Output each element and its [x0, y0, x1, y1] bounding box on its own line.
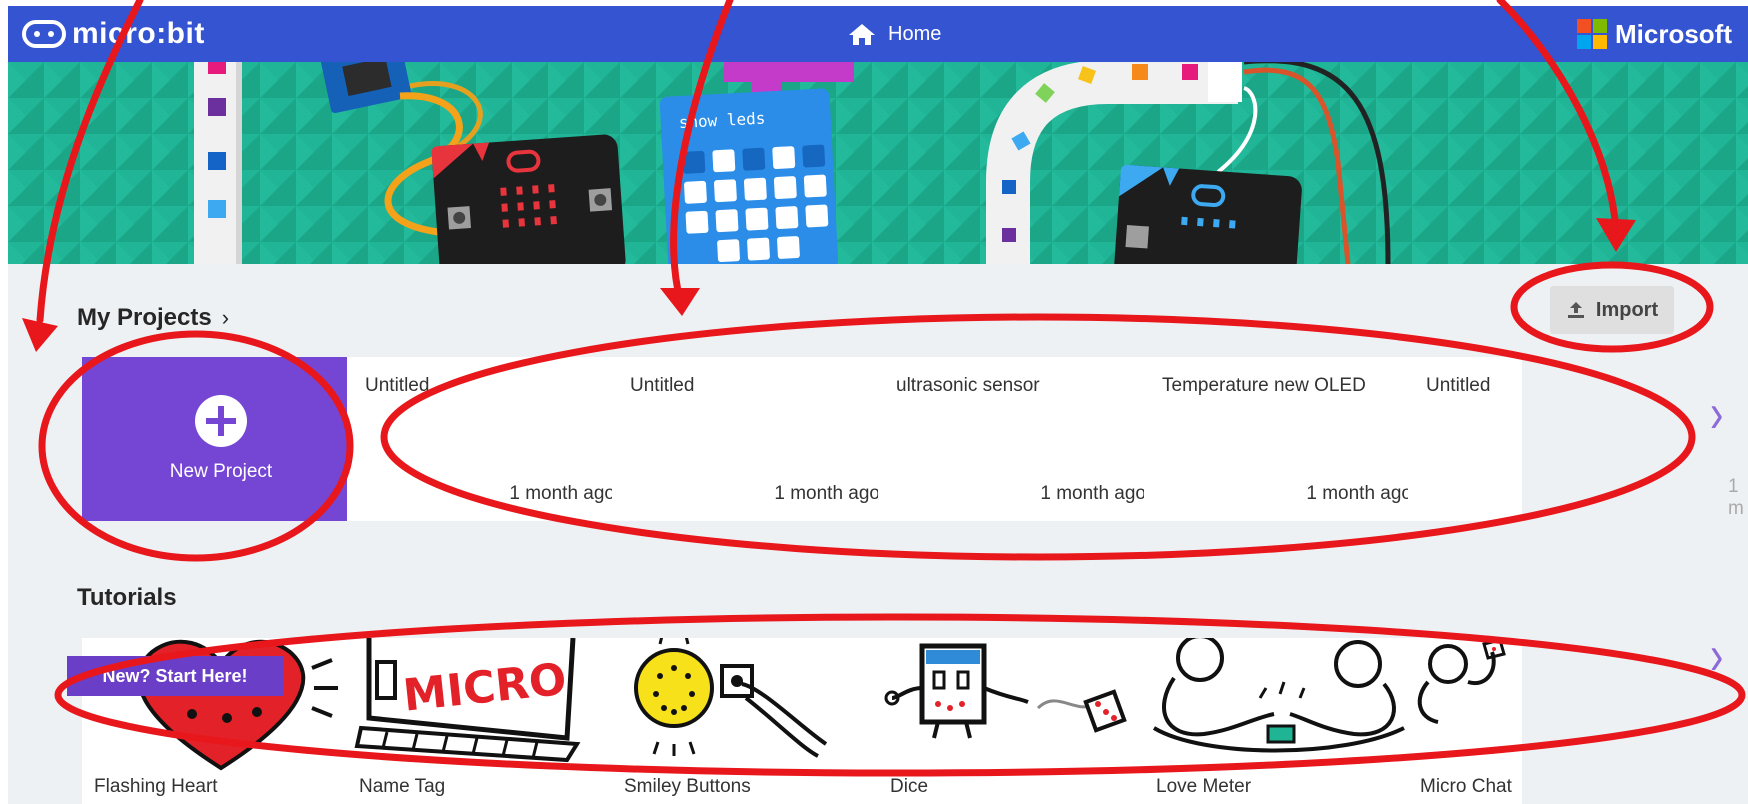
tutorial-card-dice[interactable]: Dice: [878, 638, 1156, 804]
import-label: Import: [1595, 298, 1659, 321]
start-here-badge: New? Start Here!: [67, 656, 283, 696]
tutorial-name: Flashing Heart: [94, 776, 218, 798]
project-card[interactable]: Untitled: [1408, 357, 1522, 521]
new-project-label: New Project: [169, 461, 273, 482]
tutorial-card-smiley-buttons[interactable]: Smiley Buttons: [612, 638, 890, 804]
tutorial-card-name-tag[interactable]: MICRO Name Tag: [347, 638, 625, 804]
tutorial-name: Smiley Buttons: [624, 776, 751, 798]
plus-icon: [195, 395, 247, 447]
main-content: My Projects › Import New Project Untitle…: [8, 264, 1748, 804]
tutorial-name: Love Meter: [1156, 776, 1252, 798]
project-time: 1 month ago: [774, 483, 880, 504]
chevron-right-icon: ›: [221, 305, 230, 330]
carousel-fade: [1628, 638, 1748, 804]
my-projects-title: My Projects: [77, 304, 212, 331]
tutorial-card-micro-chat[interactable]: Micro Chat: [1408, 638, 1522, 804]
hero-illustration: show leds: [8, 62, 1748, 264]
home-link[interactable]: Home: [848, 6, 941, 62]
microsoft-icon: [1577, 19, 1607, 49]
name-tag-image-text: MICRO: [401, 654, 569, 722]
project-name: Untitled: [365, 375, 430, 396]
hero-banner: show leds: [8, 62, 1748, 264]
project-card[interactable]: Untitled 1 month ago: [347, 357, 625, 521]
project-name: ultrasonic sensor: [896, 375, 1040, 396]
tutorials-next-arrow-icon[interactable]: ›: [1710, 625, 1723, 688]
project-name: Temperature new OLED: [1162, 375, 1366, 396]
tutorial-name: Name Tag: [359, 776, 446, 798]
upload-icon: [1567, 302, 1584, 318]
project-name: Untitled: [1426, 375, 1491, 396]
project-card[interactable]: Untitled 1 month ago: [612, 357, 890, 521]
import-button[interactable]: Import: [1550, 286, 1674, 334]
tutorial-card-love-meter[interactable]: Love Meter: [1144, 638, 1422, 804]
tutorial-name: Micro Chat: [1420, 776, 1512, 797]
project-time: 1 m: [1728, 476, 1744, 519]
logo-text: micro:bit: [72, 17, 205, 50]
microbit-logo-icon: [22, 20, 66, 48]
microsoft-logo[interactable]: Microsoft: [1577, 6, 1732, 62]
microbit-logo[interactable]: micro:bit: [22, 14, 205, 54]
top-bar: micro:bit Home Microsoft: [8, 6, 1748, 62]
home-label: Home: [888, 22, 942, 45]
my-projects-link[interactable]: My Projects ›: [77, 304, 229, 332]
project-name: Untitled: [630, 375, 695, 396]
projects-next-arrow-icon[interactable]: ›: [1710, 383, 1723, 446]
project-card[interactable]: Temperature new OLED 1 month ago: [1144, 357, 1422, 521]
microsoft-label: Microsoft: [1615, 18, 1732, 49]
tutorials-title: Tutorials: [77, 584, 177, 611]
project-card[interactable]: ultrasonic sensor 1 month ago: [878, 357, 1156, 521]
tutorial-name: Dice: [890, 776, 929, 798]
project-time: 1 month ago: [509, 483, 615, 504]
home-icon: [849, 24, 875, 45]
project-time: 1 month ago: [1040, 483, 1146, 504]
project-time: 1 month ago: [1306, 483, 1412, 504]
new-project-button[interactable]: New Project: [82, 357, 360, 521]
